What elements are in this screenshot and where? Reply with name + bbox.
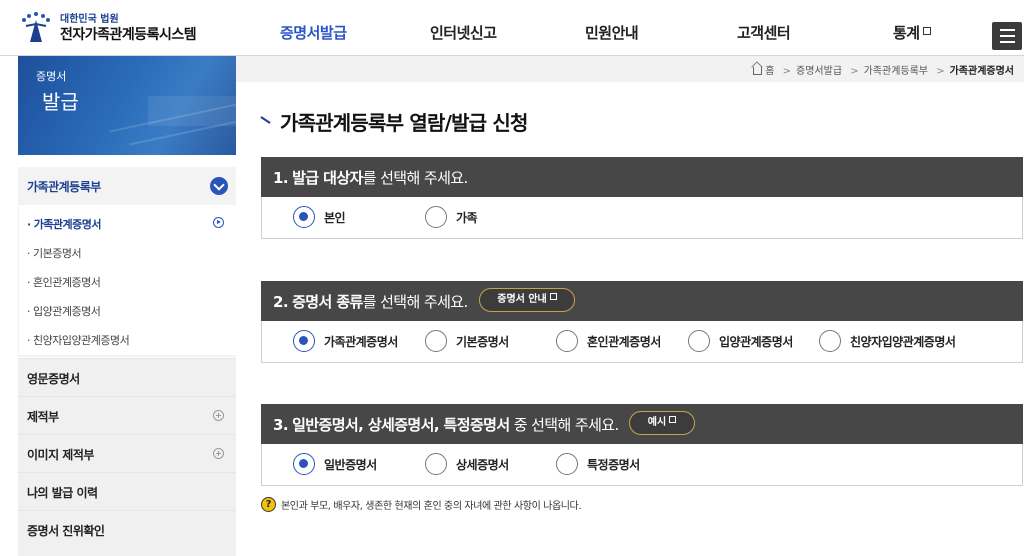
radio-label: 상세증명서 — [456, 457, 509, 472]
radio-general[interactable]: 일반증명서 — [293, 453, 377, 475]
sidebar-banner: 증명서 발급 — [18, 56, 236, 155]
sidebar-item-adoption[interactable]: 입양관계증명서 — [27, 303, 101, 319]
radio-marriage[interactable]: 혼인관계증명서 — [556, 330, 661, 352]
radio-unchecked-icon[interactable] — [688, 330, 710, 352]
radio-label: 기본증명서 — [456, 334, 509, 349]
page-title: 가족관계등록부 열람/발급 신청 — [280, 111, 528, 135]
sidebar-group-label: 가족관계등록부 — [27, 180, 101, 194]
sidebar-group-image-register[interactable]: 이미지 제적부 — [18, 434, 236, 472]
sidebar-submenu: 가족관계증명서 기본증명서 혼인관계증명서 입양관계증명서 친양자입양관계증명서 — [18, 205, 236, 355]
section-header: 3. 일반증명서, 상세증명서, 특정증명서 중 선택해 주세요. 예시 — [261, 404, 1023, 444]
radio-label: 가족관계증명서 — [324, 334, 398, 349]
sidebar-group-my-history[interactable]: 나의 발급 이력 — [18, 472, 236, 510]
nav-statistics-label: 통계 — [893, 24, 920, 42]
title-accent-icon — [260, 116, 271, 124]
radio-checked-icon[interactable] — [293, 453, 315, 475]
banner-big-text: 발급 — [42, 90, 79, 114]
arrow-right-circle-icon — [213, 217, 224, 228]
radio-label: 가족 — [456, 210, 478, 225]
breadcrumb-item[interactable]: 가족관계등록부 — [864, 66, 928, 77]
radio-label: 일반증명서 — [324, 457, 377, 472]
radio-label: 입양관계증명서 — [719, 334, 793, 349]
section-options: 가족관계증명서 기본증명서 혼인관계증명서 입양관계증명서 친양자입양관계증명서 — [261, 321, 1023, 363]
radio-basic[interactable]: 기본증명서 — [425, 330, 509, 352]
breadcrumb-home[interactable]: 홈 — [765, 66, 774, 77]
court-emblem-icon — [18, 10, 54, 46]
site-logo[interactable]: 대한민국 법원 전자가족관계등록시스템 — [18, 8, 218, 48]
radio-label: 친양자입양관계증명서 — [850, 334, 956, 349]
logo-subtitle: 대한민국 법원 — [60, 13, 119, 25]
radio-unchecked-icon[interactable] — [819, 330, 841, 352]
sidebar-group-family-register[interactable]: 가족관계등록부 — [18, 167, 236, 205]
example-button[interactable]: 예시 — [629, 411, 695, 435]
sidebar-item-basic[interactable]: 기본증명서 — [27, 245, 82, 261]
sidebar-group-label: 영문증명서 — [27, 372, 80, 386]
external-link-icon — [922, 27, 931, 35]
section-header: 1. 발급 대상자를 선택해 주세요. — [261, 157, 1023, 197]
certificate-guide-button[interactable]: 증명서 안내 — [479, 288, 575, 312]
nav-certificate-issue[interactable]: 증명서발급 — [280, 22, 347, 43]
nav-customer-center[interactable]: 고객센터 — [737, 22, 791, 43]
nav-statistics[interactable]: 통계 — [893, 22, 931, 43]
plus-circle-icon[interactable] — [213, 410, 224, 421]
radio-label: 혼인관계증명서 — [587, 334, 661, 349]
sidebar-group-label: 나의 발급 이력 — [27, 486, 98, 500]
chevron-down-icon[interactable] — [210, 177, 228, 195]
radio-detailed[interactable]: 상세증명서 — [425, 453, 509, 475]
sidebar-group-label: 제적부 — [27, 410, 59, 424]
nav-internet-report[interactable]: 인터넷신고 — [430, 22, 497, 43]
logo-title: 전자가족관계등록시스템 — [60, 26, 197, 43]
radio-unchecked-icon[interactable] — [425, 453, 447, 475]
external-link-icon — [669, 416, 677, 423]
section-heading: 1. 발급 대상자를 선택해 주세요. — [273, 169, 468, 187]
radio-unchecked-icon[interactable] — [425, 206, 447, 228]
radio-checked-icon[interactable] — [293, 206, 315, 228]
radio-unchecked-icon[interactable] — [556, 453, 578, 475]
section-options: 본인 가족 — [261, 197, 1023, 239]
sidebar-group-verify[interactable]: 증명서 진위확인 — [18, 510, 236, 556]
breadcrumb: 홈 > 증명서발급 > 가족관계등록부 > 가족관계증명서 — [753, 62, 1014, 77]
section-heading: 3. 일반증명서, 상세증명서, 특정증명서 중 선택해 주세요. — [273, 416, 619, 434]
radio-full-adoption[interactable]: 친양자입양관계증명서 — [819, 330, 956, 352]
radio-self[interactable]: 본인 — [293, 206, 346, 228]
sidebar-item-full-adoption[interactable]: 친양자입양관계증명서 — [27, 332, 130, 348]
breadcrumb-current: 가족관계증명서 — [949, 66, 1014, 77]
sidebar-group-removed-register[interactable]: 제적부 — [18, 396, 236, 434]
section-heading: 2. 증명서 종류를 선택해 주세요. — [273, 293, 468, 311]
breadcrumb-bar: 홈 > 증명서발급 > 가족관계등록부 > 가족관계증명서 — [236, 56, 1024, 82]
plus-circle-icon[interactable] — [213, 448, 224, 459]
sidebar-group-label: 이미지 제적부 — [27, 448, 94, 462]
help-note-text: 본인과 부모, 배우자, 생존한 현재의 혼인 중의 자녀에 관한 사항이 나옵… — [281, 501, 582, 512]
header: 대한민국 법원 전자가족관계등록시스템 증명서발급 인터넷신고 민원안내 고객센… — [0, 0, 1024, 56]
radio-unchecked-icon[interactable] — [556, 330, 578, 352]
radio-specific[interactable]: 특정증명서 — [556, 453, 640, 475]
hamburger-menu-button[interactable] — [992, 22, 1022, 50]
breadcrumb-item[interactable]: 증명서발급 — [796, 66, 842, 77]
radio-family[interactable]: 가족 — [425, 206, 478, 228]
sidebar-item-family-relation[interactable]: 가족관계증명서 — [27, 216, 102, 232]
sidebar-item-marriage[interactable]: 혼인관계증명서 — [27, 274, 101, 290]
help-note: ? 본인과 부모, 배우자, 생존한 현재의 혼인 중의 자녀에 관한 사항이 … — [261, 497, 582, 512]
sidebar-group-english[interactable]: 영문증명서 — [18, 358, 236, 396]
home-icon[interactable] — [753, 67, 763, 75]
nav-civil-guide[interactable]: 민원안내 — [585, 22, 639, 43]
radio-unchecked-icon[interactable] — [425, 330, 447, 352]
radio-adoption[interactable]: 입양관계증명서 — [688, 330, 793, 352]
radio-family-relation[interactable]: 가족관계증명서 — [293, 330, 398, 352]
section-options: 일반증명서 상세증명서 특정증명서 — [261, 444, 1023, 486]
radio-checked-icon[interactable] — [293, 330, 315, 352]
section-header: 2. 증명서 종류를 선택해 주세요. 증명서 안내 — [261, 281, 1023, 321]
radio-label: 본인 — [324, 210, 346, 225]
external-link-icon — [549, 293, 557, 300]
sidebar-group-label: 증명서 진위확인 — [27, 524, 105, 538]
banner-small-text: 증명서 — [36, 70, 67, 83]
question-icon: ? — [261, 497, 276, 512]
radio-label: 특정증명서 — [587, 457, 640, 472]
